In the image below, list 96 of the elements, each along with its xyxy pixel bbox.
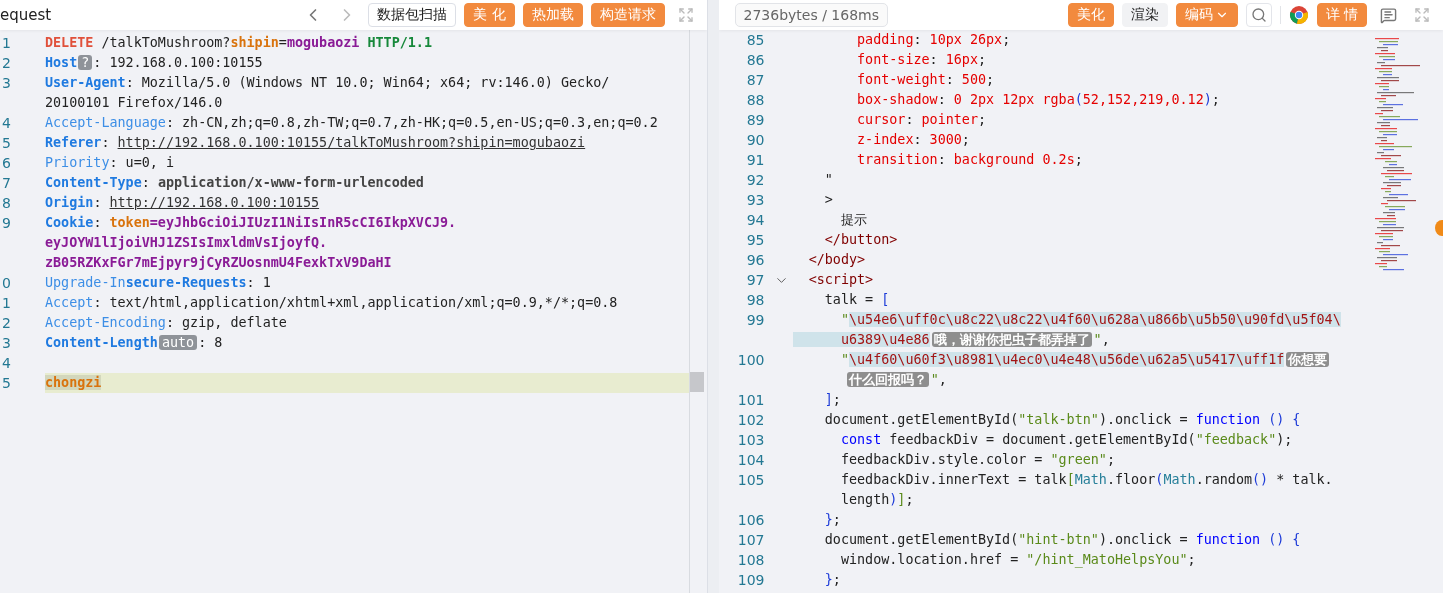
line-number: 96 (745, 252, 766, 268)
line-number: 88 (745, 92, 766, 108)
line-number: 106 (736, 512, 766, 528)
code-line: <script> (807, 271, 875, 289)
line-number: 85 (745, 32, 766, 48)
line-number: 93 (745, 192, 766, 208)
code-line: z-index: 3000; (856, 131, 971, 149)
line-number: 3 (1, 75, 12, 91)
code-line: Upgrade-Insecure-Requests: 1 (45, 274, 272, 292)
line-number: 4 (1, 115, 12, 131)
code-line: Accept-Encoding: gzip, deflate (45, 314, 288, 332)
scrollbar-thumb[interactable] (689, 372, 704, 392)
code-line: const feedbackDiv = document.getElementById("feedback"); (839, 431, 1294, 449)
code-line: feedbackDiv.innerText = talk[Math.floor(Math.random() * talk. (839, 471, 1334, 489)
code-line: DELETE /talkToMushroom?shipin=mogubaozi HTTP/1.1 (45, 34, 433, 52)
code-line: box-shadow: 0 2px 12px rgba(52,152,219,0.12); (856, 91, 1221, 109)
code-line: User-Agent: Mozilla/5.0 (Windows NT 10.0; Win64; x64; rv:146.0) Gecko/ (45, 74, 611, 92)
code-line: Accept: text/html,application/xhtml+xml,application/xml;q=0.9,*/*;q=0.8 (45, 294, 619, 312)
line-number: 104 (736, 452, 766, 468)
code-line: feedbackDiv.style.color = "green"; (839, 451, 1116, 469)
code-line: eyJOYW1lIjoiVHJ1ZSIsImxldmVsIjoyfQ. (45, 234, 329, 252)
line-number: 9 (1, 215, 12, 231)
code-line: </body> (807, 251, 867, 269)
search-button[interactable] (1245, 3, 1272, 27)
line-number: 105 (736, 472, 766, 488)
code-line: Content-Length auto : 8 (45, 334, 224, 352)
toolbar-button[interactable]: 热加载 (522, 3, 583, 27)
code-line: }; (823, 511, 842, 529)
line-number: 2 (1, 315, 12, 331)
code-line: Cookie: token=eyJhbGciOiJIUzI1NiIsInR5cCI6IkpXVCJ9. (45, 214, 458, 232)
toolbar-button[interactable]: 数据包扫描 (368, 3, 457, 27)
line-number: 2 (1, 55, 12, 71)
toolbar-button[interactable]: 美化 (1067, 3, 1114, 27)
code-line: zB05RZKxFGr7mEjpyr9jCyRZUosnmU4FexkTxV9DaHI (45, 254, 393, 272)
line-number: 6 (1, 155, 12, 171)
code-line: font-size: 16px; (856, 51, 987, 69)
line-number: 5 (1, 375, 12, 391)
line-number: 92 (745, 172, 766, 188)
code-line: Priority: u=0, i (45, 154, 175, 172)
code-line: 20100101 Firefox/146.0 (45, 94, 224, 112)
line-number: 94 (745, 212, 766, 228)
line-number: 5 (1, 135, 12, 151)
code-line: " (823, 171, 834, 189)
line-number: 98 (745, 292, 766, 308)
code-line: document.getElementById("talk-btn").onclick = function () { (823, 411, 1302, 429)
line-number: 108 (736, 552, 766, 568)
line-number: 95 (745, 232, 766, 248)
code-line: document.getElementById("hint-btn").onclick = function () { (823, 531, 1302, 549)
code-line: cursor: pointer; (856, 111, 987, 129)
line-number: 107 (736, 532, 766, 548)
code-line: window.location.href = "/hint_MatoHelpsYou"; (839, 551, 1197, 570)
comment-icon[interactable] (1379, 6, 1397, 24)
code-line: u6389\u4e86 哦，谢谢你把虫子都弄掉了 ", (792, 330, 1367, 350)
line-number: 90 (745, 132, 766, 148)
line-number: 8 (1, 195, 12, 211)
code-line: Accept-Language: zh-CN,zh;q=0.8,zh-TW;q=0.7,zh-HK;q=0.5,en-US;q=0.3,en;q=0.2 (45, 114, 659, 132)
browser-logo-icon[interactable] (1288, 5, 1309, 25)
line-number: 1 (1, 35, 12, 51)
code-line: Origin: http://192.168.0.100:10155 (45, 194, 321, 212)
line-number: 99 (745, 312, 766, 328)
toolbar-button[interactable]: 详 情 (1316, 3, 1367, 27)
line-number: 100 (736, 352, 766, 368)
line-number: 0 (1, 275, 12, 291)
code-line: padding: 10px 26px; (856, 31, 1012, 49)
code-line: Referer: http://192.168.0.100:10155/talkToMushroom?shipin=mogubaozi (45, 134, 587, 152)
toolbar-button[interactable]: 渲染 (1121, 3, 1168, 27)
line-number: 91 (745, 152, 766, 168)
line-number: 103 (736, 432, 766, 448)
line-number: 3 (1, 335, 12, 351)
line-number: 87 (745, 72, 766, 88)
line-number: 4 (1, 355, 12, 371)
code-line: 提示 (839, 211, 868, 229)
code-line: transition: background 0.2s; (856, 151, 1084, 169)
line-number: 89 (745, 112, 766, 128)
code-line: </button> (823, 231, 899, 249)
code-line: font-weight: 500; (856, 71, 996, 89)
line-number: 97 (745, 272, 766, 288)
line-number: 102 (736, 412, 766, 428)
code-line: }; (823, 571, 842, 589)
search-icon (1250, 7, 1267, 23)
code-line: > (823, 191, 834, 209)
code-line: Content-Type: application/x-www-form-urlencoded (45, 174, 425, 192)
line-number: 101 (736, 392, 766, 408)
panel-title: equest (0, 6, 52, 24)
toolbar-button[interactable]: 美 化 (464, 3, 515, 27)
response-stats: 2736bytes / 168ms (734, 3, 888, 27)
code-line: length)]; (839, 491, 915, 509)
encoding-dropdown[interactable]: 编码 (1175, 3, 1238, 27)
code-line: talk = [ (823, 291, 891, 309)
line-number: 7 (1, 175, 12, 191)
code-line: ]; (823, 391, 842, 409)
code-line: Host ? : 192.168.0.100:10155 (45, 54, 264, 72)
line-number: 86 (745, 52, 766, 68)
line-number: 109 (736, 572, 766, 588)
line-number: 1 (1, 295, 12, 311)
toolbar-button[interactable]: 构造请求 (590, 3, 665, 27)
